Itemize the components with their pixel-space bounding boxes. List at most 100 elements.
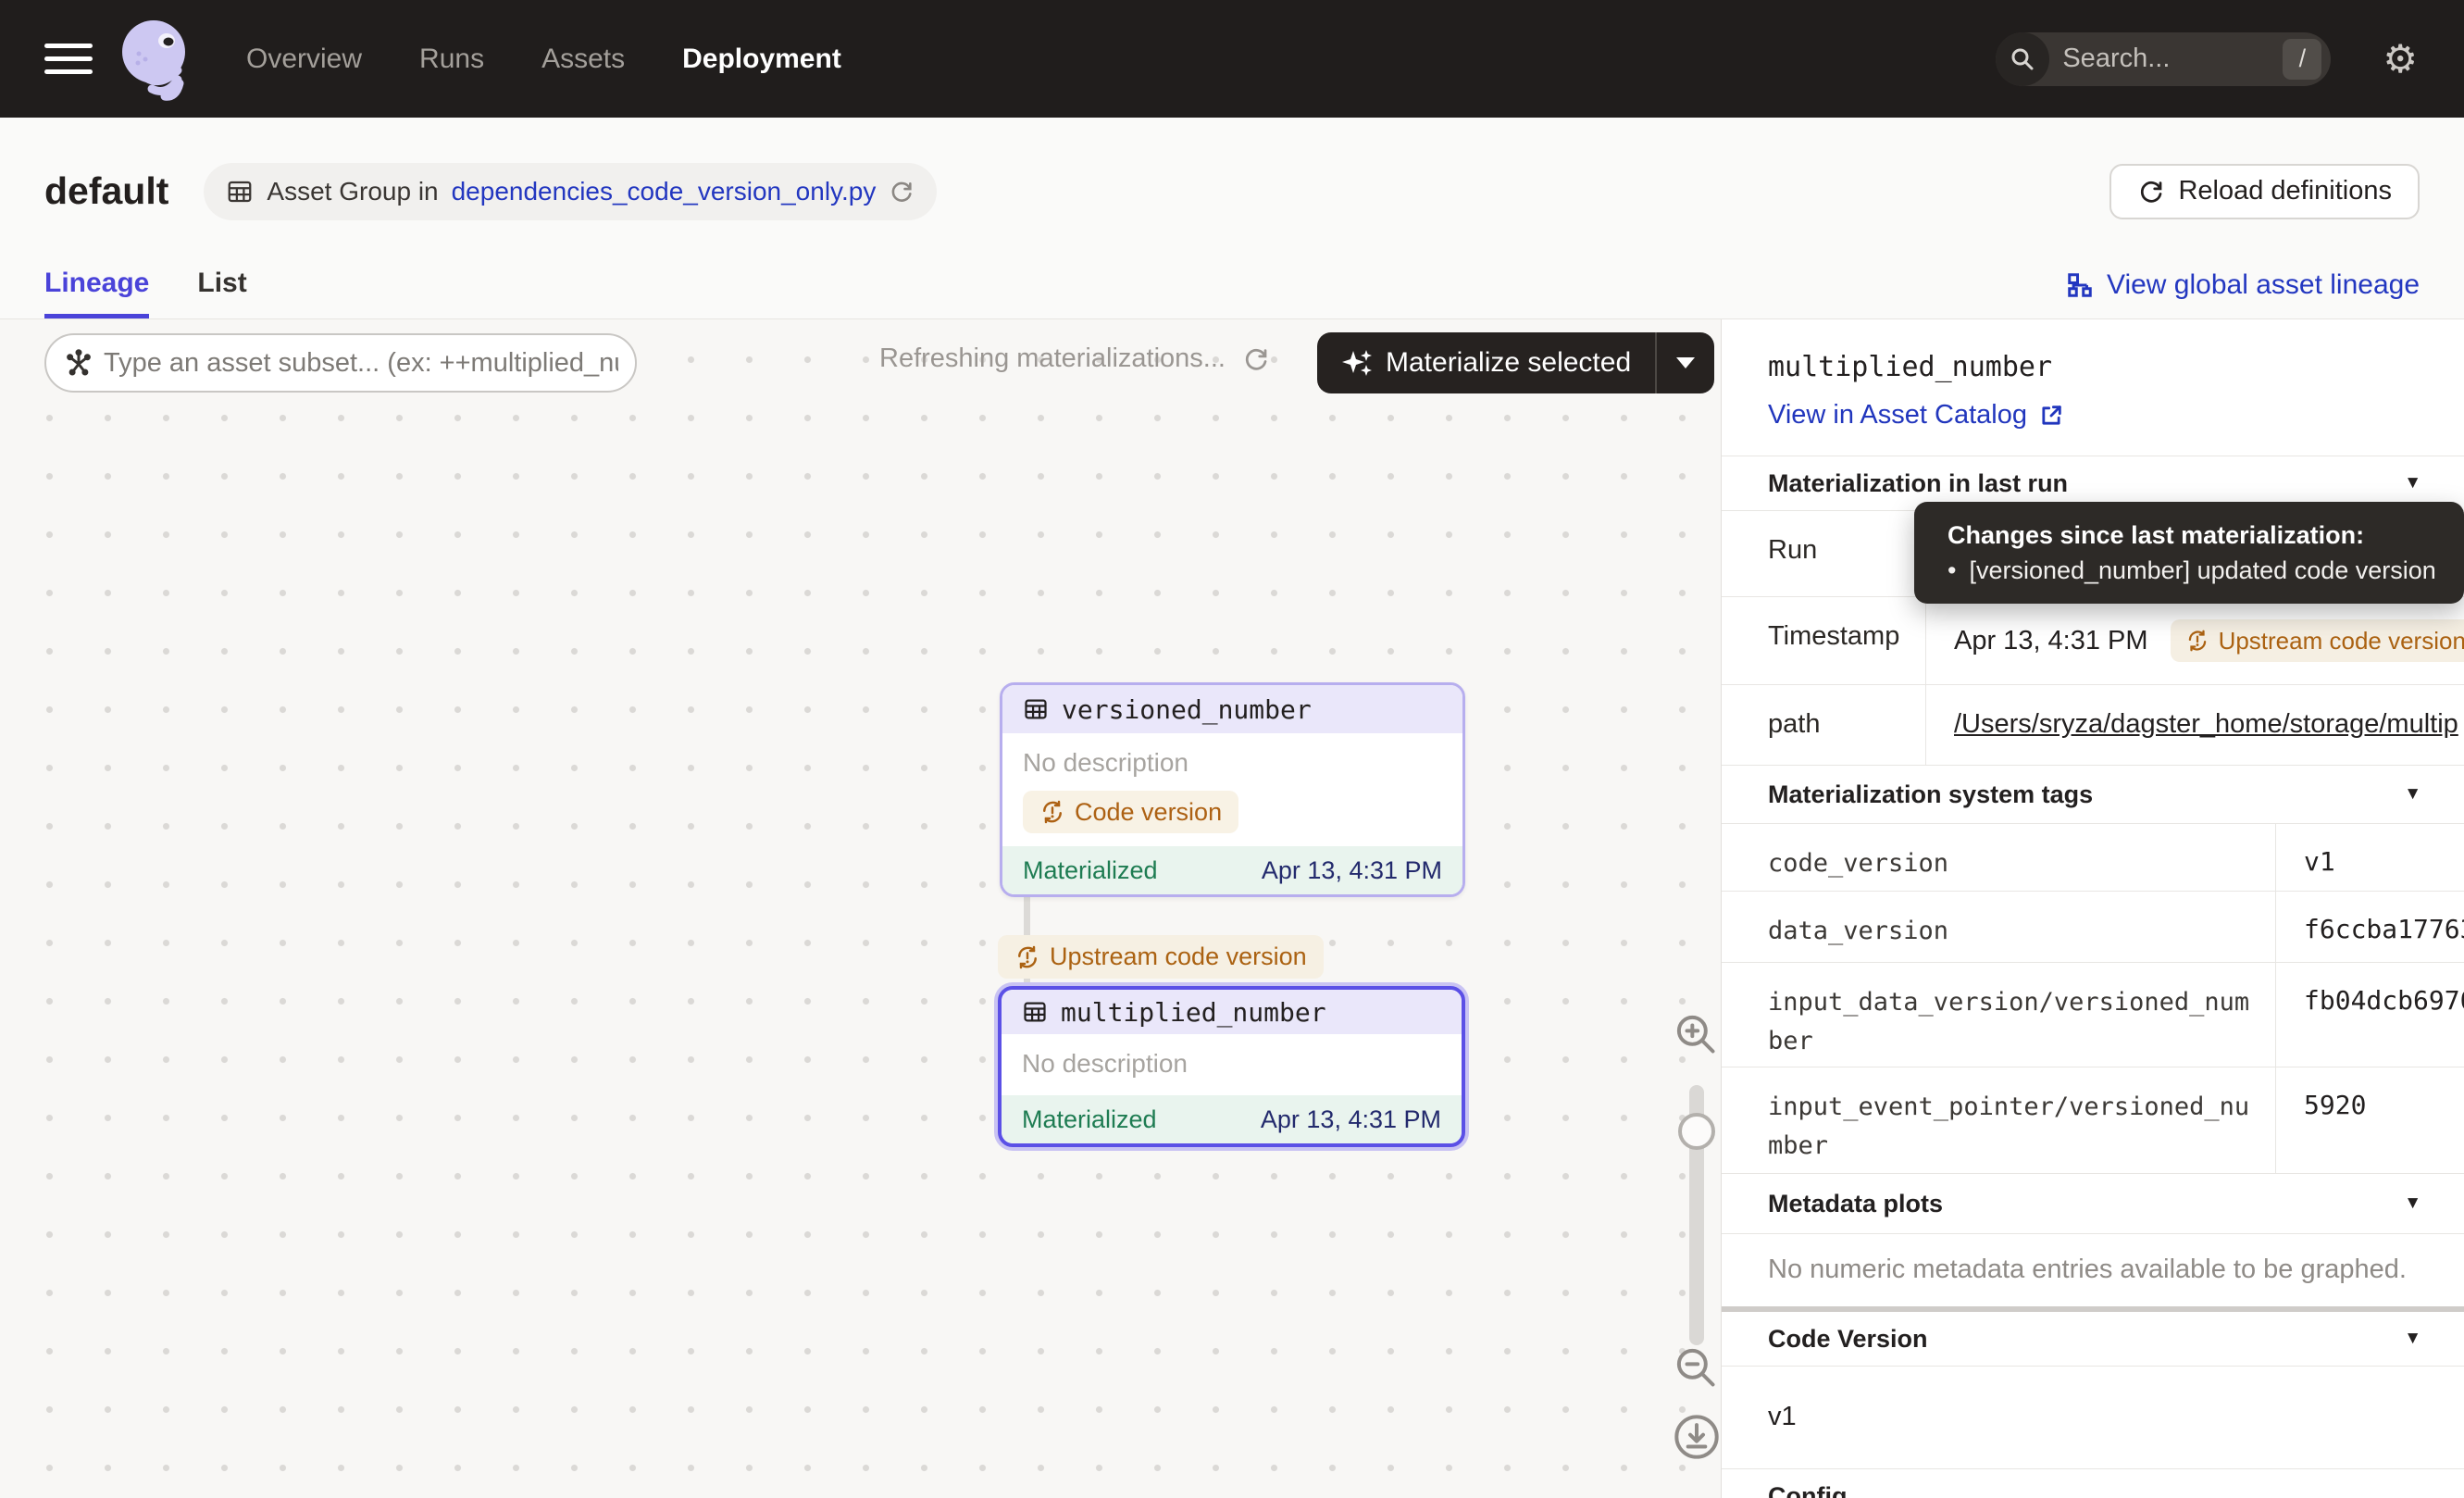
op-selector-icon <box>65 349 93 377</box>
section-label: Metadata plots <box>1768 1190 1943 1218</box>
lineage-graph-icon <box>2066 271 2094 299</box>
refresh-icon[interactable] <box>1242 345 1270 373</box>
search-shortcut-key: / <box>2283 39 2321 80</box>
gear-icon[interactable]: ⚙ <box>2383 40 2418 79</box>
asset-node-versioned-number[interactable]: versioned_number No description Code ver… <box>1000 682 1465 897</box>
asset-node-header: versioned_number <box>1002 685 1462 733</box>
table-grid-icon <box>226 178 254 206</box>
tooltip-title: Changes since last materialization: <box>1948 518 2445 552</box>
table-row: input_data_version/versioned_number fb04… <box>1722 963 2464 1067</box>
asset-node-footer: Materialized Apr 13, 4:31 PM <box>1002 1095 1462 1143</box>
timestamp-value: Apr 13, 4:31 PM <box>1954 626 2148 656</box>
chevron-down-icon[interactable]: ▼ <box>2404 1329 2421 1349</box>
table-grid-icon <box>1023 696 1049 722</box>
zoom-out-icon[interactable] <box>1671 1342 1722 1394</box>
asset-subset-filter[interactable] <box>44 333 637 393</box>
materialize-selected-main[interactable]: Materialize selected <box>1317 332 1655 393</box>
view-in-asset-catalog-label: View in Asset Catalog <box>1768 400 2027 431</box>
content-area: Refreshing materializations... <box>0 319 2464 1498</box>
asset-node-name: versioned_number <box>1062 694 1312 725</box>
metadata-plots-empty-message: No numeric metadata entries available to… <box>1722 1234 2464 1312</box>
upstream-code-version-tag: Upstream code version <box>998 935 1324 979</box>
lineage-canvas[interactable]: Refreshing materializations... <box>0 319 1722 1498</box>
navbar-links: Overview Runs Assets Deployment <box>246 44 841 75</box>
tag-key: input_data_version/versioned_number <box>1722 963 2275 1067</box>
tab-lineage[interactable]: Lineage <box>44 252 149 318</box>
asset-node-multiplied-number[interactable]: multiplied_number No description Materia… <box>998 986 1465 1147</box>
page-title: default <box>44 169 168 213</box>
reload-icon[interactable] <box>889 179 915 205</box>
dagster-app: Overview Runs Assets Deployment / ⚙ defa… <box>0 0 2464 1498</box>
asset-node-description: No description <box>1022 1045 1441 1082</box>
breadcrumb-file-link[interactable]: dependencies_code_version_only.py <box>452 177 877 206</box>
asset-node-footer: Materialized Apr 13, 4:31 PM <box>1002 846 1462 894</box>
sidebar-asset-name: multiplied_number <box>1768 351 2418 383</box>
upstream-code-version-label: Upstream code version <box>1050 942 1307 971</box>
search-input[interactable] <box>2049 44 2283 74</box>
search-icon <box>1996 32 2049 86</box>
view-in-asset-catalog-link[interactable]: View in Asset Catalog <box>1768 400 2064 431</box>
tag-value: f6ccba177638 <box>2275 892 2464 962</box>
materialized-timestamp: Apr 13, 4:31 PM <box>1261 1105 1441 1134</box>
download-image-icon[interactable] <box>1671 1411 1722 1463</box>
chevron-down-icon[interactable]: ▼ <box>2404 784 2421 805</box>
timestamp-label: Timestamp <box>1722 597 1925 684</box>
external-link-icon <box>2038 403 2064 429</box>
chevron-down-icon[interactable]: ▼ <box>2404 473 2421 493</box>
section-materialization-system-tags[interactable]: Materialization system tags ▼ <box>1722 766 2464 824</box>
nav-item-runs[interactable]: Runs <box>419 44 484 75</box>
refreshing-label: Refreshing materializations... <box>879 343 1226 374</box>
reload-definitions-button[interactable]: Reload definitions <box>2109 164 2420 219</box>
run-label: Run <box>1722 511 1925 596</box>
tag-value: v1 <box>2275 824 2464 891</box>
global-search[interactable]: / <box>1996 32 2331 86</box>
zoom-slider-handle[interactable] <box>1678 1113 1715 1150</box>
reload-definitions-label: Reload definitions <box>2178 176 2392 206</box>
asset-node-name: multiplied_number <box>1061 997 1326 1028</box>
asset-node-body: No description Code version <box>1002 733 1462 846</box>
dropdown-caret-icon <box>1676 357 1695 368</box>
section-label: Config <box>1768 1482 1847 1498</box>
materialized-status: Materialized <box>1022 1105 1157 1134</box>
tab-list[interactable]: List <box>197 252 246 318</box>
changes-tooltip: Changes since last materialization: • [v… <box>1914 502 2464 604</box>
tag-value: fb04dcb6970 <box>2275 963 2464 1067</box>
materialized-timestamp: Apr 13, 4:31 PM <box>1262 856 1442 885</box>
sidebar-head: multiplied_number View in Asset Catalog <box>1722 319 2464 456</box>
zoom-in-icon[interactable] <box>1671 1009 1722 1061</box>
tag-value: 5920 <box>2275 1067 2464 1173</box>
breadcrumb-label: Asset Group in <box>267 177 438 206</box>
view-tabs: Lineage List View global asset lineage <box>0 252 2464 319</box>
code-version-value: v1 <box>1722 1367 2464 1469</box>
section-code-version[interactable]: Code Version ▼ <box>1722 1312 2464 1367</box>
dagster-logo-icon[interactable] <box>118 17 196 102</box>
asset-node-body: No description <box>1002 1034 1462 1095</box>
nav-item-deployment[interactable]: Deployment <box>682 44 841 75</box>
section-label: Materialization system tags <box>1768 780 2093 809</box>
view-global-asset-lineage-label: View global asset lineage <box>2107 269 2420 301</box>
page-header: default Asset Group in dependencies_code… <box>0 118 2464 252</box>
asset-group-breadcrumb: Asset Group in dependencies_code_version… <box>204 163 937 220</box>
table-row: code_version v1 <box>1722 824 2464 892</box>
section-metadata-plots[interactable]: Metadata plots ▼ <box>1722 1174 2464 1234</box>
path-row: path /Users/sryza/dagster_home/storage/m… <box>1722 685 2464 766</box>
sparkle-icon <box>1341 347 1373 379</box>
code-version-tag-label: Code version <box>1075 798 1222 827</box>
upstream-code-version-badge-label: Upstream code version <box>2219 627 2464 655</box>
path-link[interactable]: /Users/sryza/dagster_home/storage/multip <box>1954 709 2458 740</box>
path-label: path <box>1722 685 1925 765</box>
timestamp-row: Timestamp Apr 13, 4:31 PM Upstream code … <box>1722 597 2464 685</box>
asset-subset-input[interactable] <box>104 348 618 379</box>
nav-item-assets[interactable]: Assets <box>541 44 625 75</box>
table-row: data_version f6ccba177638 <box>1722 892 2464 963</box>
nav-item-overview[interactable]: Overview <box>246 44 362 75</box>
section-config[interactable]: Config <box>1722 1469 2464 1498</box>
section-label: Materialization in last run <box>1768 469 2068 498</box>
upstream-code-version-badge: Upstream code version <box>2171 619 2464 662</box>
view-global-asset-lineage-link[interactable]: View global asset lineage <box>2066 252 2420 318</box>
bullet-icon: • <box>1948 552 1956 589</box>
materialize-dropdown-toggle[interactable] <box>1657 332 1714 393</box>
materialize-selected-button: Materialize selected <box>1317 332 1714 393</box>
chevron-down-icon[interactable]: ▼ <box>2404 1193 2421 1214</box>
hamburger-menu-icon[interactable] <box>44 44 93 74</box>
